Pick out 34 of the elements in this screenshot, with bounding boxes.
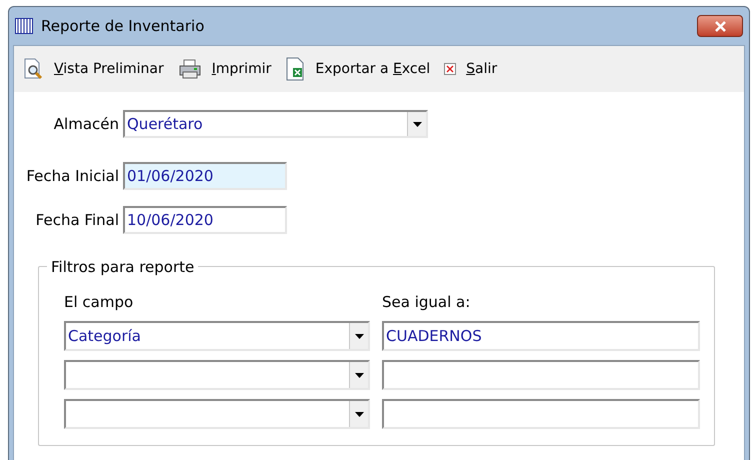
window-title: Reporte de Inventario [41, 16, 204, 37]
close-icon [444, 63, 456, 75]
column-header: El campo [64, 293, 134, 311]
field-dropdown[interactable] [64, 399, 370, 429]
app-icon [15, 18, 33, 34]
toolbar-button[interactable]: Imprimir [178, 58, 272, 80]
field-label: Fecha Final [34, 210, 120, 231]
printer-icon [178, 59, 202, 79]
column-header: Sea igual a: [382, 293, 472, 311]
dropdown-arrow-button[interactable] [349, 362, 368, 388]
caret-icon [354, 412, 364, 416]
toolbar-button[interactable]: Vista Preliminar [22, 58, 164, 80]
field-label: Almacén [52, 114, 120, 135]
value-field[interactable]: CUADERNOS [382, 321, 700, 351]
spreadsheet-file-icon [285, 57, 306, 81]
date-field[interactable]: 10/06/2020 [123, 206, 287, 234]
value-field[interactable] [382, 399, 700, 429]
toolbar-button[interactable]: Exportar a Excel [285, 57, 430, 81]
caret-icon [354, 372, 364, 378]
caret-icon [412, 122, 422, 126]
caret-icon [354, 334, 364, 338]
dropdown-arrow-button[interactable] [349, 401, 368, 427]
close-icon [714, 20, 726, 32]
dropdown-arrow-button[interactable] [349, 323, 368, 349]
field-dropdown[interactable] [64, 360, 370, 390]
toolbar-button[interactable]: Salir [444, 58, 498, 80]
field-label: Fecha Inicial [25, 166, 120, 187]
magnifier-page-icon [22, 58, 44, 80]
date-field[interactable]: 01/06/2020 [123, 162, 287, 190]
dropdown-arrow-button[interactable] [407, 112, 426, 136]
close-button[interactable] [697, 15, 743, 37]
value-field[interactable] [382, 360, 700, 390]
field-dropdown[interactable]: Categoría [64, 321, 370, 351]
warehouse-dropdown[interactable]: Querétaro [123, 110, 428, 138]
